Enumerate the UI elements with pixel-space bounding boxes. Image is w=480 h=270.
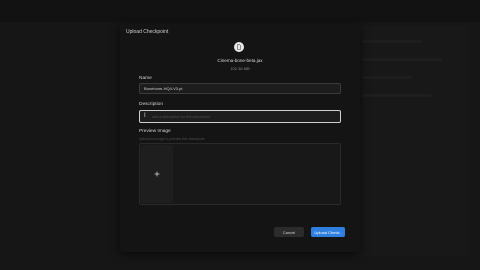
description-placeholder: Add a description for this checkpoint <box>152 115 210 119</box>
plus-icon <box>154 171 160 177</box>
text-cursor-icon: I <box>144 113 146 119</box>
preview-label: Preview Image <box>139 129 171 134</box>
name-input[interactable]: Bonebone-HQ4-V3.pt <box>139 83 341 94</box>
upload-checkpoint-dialog: Upload Checkpoint Cinema-bone-beta.jax 1… <box>120 24 360 252</box>
file-size: 102.36 MB <box>230 66 250 71</box>
preview-dropzone[interactable] <box>139 143 341 205</box>
name-value: Bonebone-HQ4-V3.pt <box>144 86 183 91</box>
cancel-button[interactable]: Cancel <box>274 227 304 237</box>
description-input[interactable]: I Add a description for this checkpoint <box>139 110 341 123</box>
name-label: Name <box>139 76 152 81</box>
file-name: Cinema-bone-beta.jax <box>217 58 263 63</box>
dialog-title: Upload Checkpoint <box>126 29 169 35</box>
preview-hint: Upload an image to preview this checkpoi… <box>139 137 205 141</box>
upload-checkpoint-button[interactable]: Upload Check.. <box>311 227 345 237</box>
description-label: Description <box>139 102 163 107</box>
file-icon <box>234 42 244 52</box>
add-preview-image-button[interactable] <box>141 145 173 203</box>
